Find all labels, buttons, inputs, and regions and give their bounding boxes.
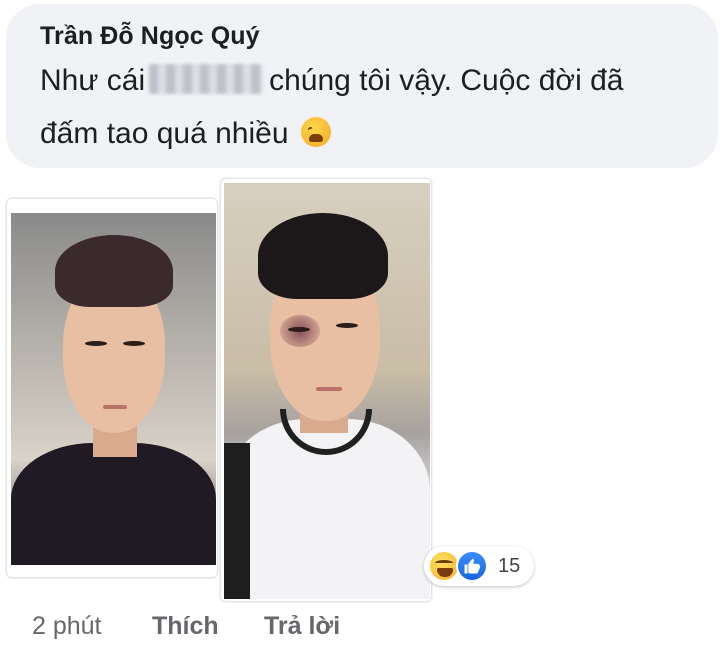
comment-text-line-2-content: đấm tao quá nhiều (40, 117, 289, 150)
comment-text-line-2: đấm tao quá nhiều (40, 117, 331, 151)
photo-after[interactable] (220, 178, 432, 602)
comment-author-name[interactable]: Trần Đỗ Ngọc Quý (40, 22, 260, 51)
eye-left (85, 341, 107, 346)
eye-left (288, 327, 310, 332)
comment-timestamp[interactable]: 2 phút (32, 612, 102, 641)
like-reaction-icon (456, 550, 488, 582)
blurred-word (149, 64, 264, 94)
jacket-shape (11, 443, 216, 565)
hair-shape (258, 213, 388, 299)
portrait-photo-before (11, 213, 216, 565)
comment-bubble: Trần Đỗ Ngọc Quý Như cái chúng tôi vậy. C… (6, 4, 718, 168)
mouth (316, 387, 342, 391)
reply-button[interactable]: Trả lời (264, 612, 340, 641)
like-button[interactable]: Thích (152, 612, 219, 641)
photo-before[interactable] (6, 198, 218, 578)
comment-text-after-blur: chúng tôi vậy. Cuộc đời đã (269, 64, 624, 97)
reaction-count: 15 (498, 555, 521, 577)
portrait-photo-after (224, 183, 430, 599)
mouth (103, 405, 127, 409)
hair-shape (55, 235, 173, 307)
eye-right (336, 323, 358, 328)
eye-right (123, 341, 145, 346)
comment-text-before-blur: Như cái (40, 64, 146, 97)
sleeve-shape (224, 443, 250, 599)
comment-text-line-1: Như cái chúng tôi vậy. Cuộc đời đã (40, 64, 623, 98)
weary-face-icon (300, 117, 331, 147)
reactions-summary[interactable]: 15 (424, 546, 534, 586)
